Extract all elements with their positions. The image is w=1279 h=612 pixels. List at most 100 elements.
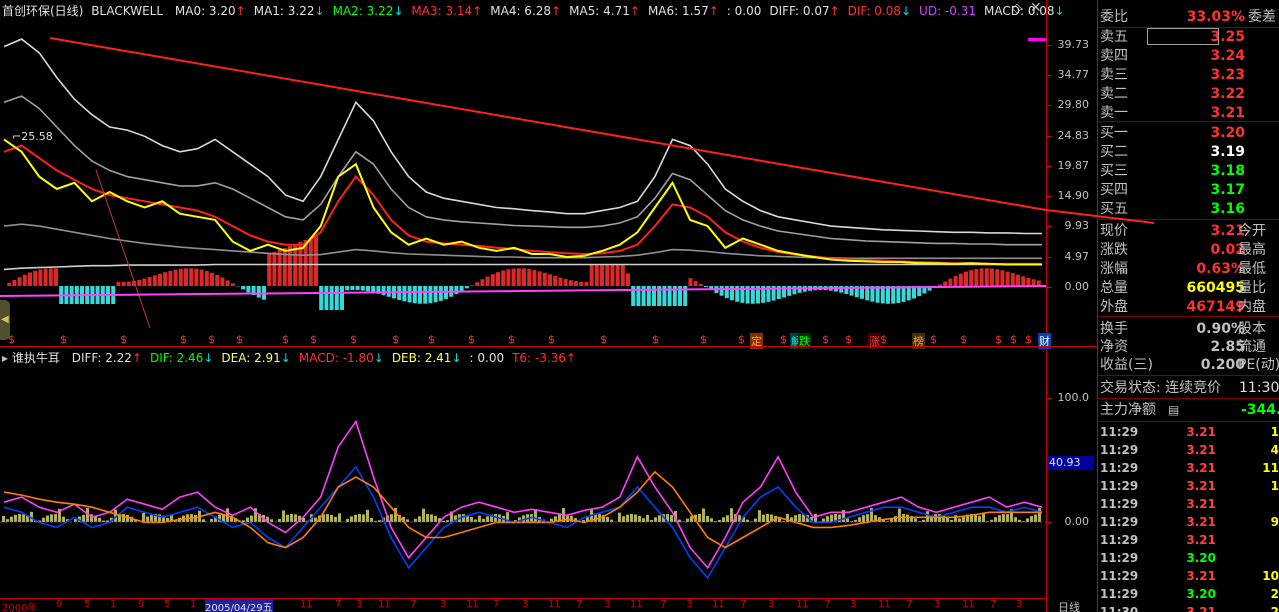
dividend-marker[interactable]: $ xyxy=(60,333,67,346)
tick-row[interactable]: 11:29 3.21 9 xyxy=(1098,513,1279,531)
histogram-bar xyxy=(1021,276,1026,286)
order-row[interactable]: 卖一 3.21 xyxy=(1098,104,1279,122)
histogram-bar xyxy=(511,268,516,286)
stat-right-label: 内盘 xyxy=(1238,299,1266,315)
dividend-marker[interactable]: $ xyxy=(350,333,357,346)
dividend-marker[interactable]: $ xyxy=(738,333,745,346)
stat-label: 净资 xyxy=(1100,339,1128,355)
price-chart[interactable] xyxy=(0,18,1046,330)
dividend-marker[interactable]: $ xyxy=(8,333,15,346)
dividend-marker[interactable]: $ xyxy=(508,333,515,346)
order-row[interactable]: 买一 3.20 xyxy=(1098,124,1279,142)
dividend-marker[interactable]: $ xyxy=(845,333,852,346)
indicator-name[interactable]: BLACKWELL xyxy=(91,4,163,18)
drawn-line[interactable] xyxy=(95,169,151,329)
indicator-chart[interactable] xyxy=(0,366,1046,598)
dividend-marker[interactable]: $ xyxy=(960,333,967,346)
trend-line[interactable] xyxy=(49,37,1046,211)
dividend-marker[interactable]: $ xyxy=(180,333,187,346)
histogram-bar xyxy=(116,281,121,286)
histogram-bar xyxy=(719,286,724,296)
dividend-marker[interactable]: $ xyxy=(822,333,829,346)
tick-row[interactable]: 11:29 3.21 4 xyxy=(1098,441,1279,459)
dividend-marker[interactable]: $ xyxy=(652,333,659,346)
order-row[interactable]: 卖三 3.23 xyxy=(1098,66,1279,84)
indicator-value: DEB: 2.41 xyxy=(391,351,452,365)
order-row[interactable]: 卖二 3.22 xyxy=(1098,85,1279,103)
tick-time: 11:29 xyxy=(1100,479,1139,493)
trade-status-label: 交易状态: 连续竞价 xyxy=(1100,380,1222,396)
order-row[interactable]: 买三 3.18 xyxy=(1098,162,1279,180)
order-price: 3.16 xyxy=(1210,201,1245,217)
volume-bar xyxy=(898,508,901,522)
dividend-marker[interactable]: $ xyxy=(310,333,317,346)
pane-divider[interactable] xyxy=(0,346,1098,347)
dividend-marker[interactable]: $ xyxy=(930,333,937,346)
axis-tick-label: 19.87 xyxy=(1047,159,1093,172)
close-icon[interactable]: ✕ xyxy=(1030,0,1042,16)
dividend-marker[interactable]: $ xyxy=(236,333,243,346)
diamond-icon[interactable]: ◇ xyxy=(1012,1,1022,16)
tick-row[interactable]: 11:29 3.20 xyxy=(1098,549,1279,567)
histogram-bar xyxy=(178,268,183,286)
time-tick-label: 3 xyxy=(440,599,447,610)
histogram-bar xyxy=(428,286,433,304)
dividend-marker[interactable]: $ xyxy=(1025,333,1032,346)
dividend-marker[interactable]: $ xyxy=(880,333,887,346)
peak-pointer-icon: ⌐ xyxy=(12,130,22,143)
time-tick-label: 7 xyxy=(740,599,747,610)
volume-bar xyxy=(642,518,645,522)
dividend-marker[interactable]: $ xyxy=(600,333,607,346)
dividend-marker[interactable]: $ xyxy=(282,333,289,346)
dividend-marker[interactable]: $ xyxy=(120,333,127,346)
sub-indicator-title[interactable]: 谁执牛耳 xyxy=(12,351,60,365)
sub-expand-icon[interactable]: ▸ xyxy=(2,351,8,365)
sub-axis-top: 100.0 xyxy=(1047,391,1093,404)
histogram-bar xyxy=(522,268,526,286)
tick-row[interactable]: 11:29 3.20 2 xyxy=(1098,585,1279,603)
dividend-marker[interactable]: $ xyxy=(780,333,787,346)
volume-bar xyxy=(390,514,393,522)
dividend-marker[interactable]: $ xyxy=(995,333,1002,346)
main-net-row[interactable]: 主力净额 ▤ -344.0 xyxy=(1098,401,1279,419)
volume-bar xyxy=(102,520,105,522)
time-tick-label: 7 xyxy=(824,599,831,610)
dividend-marker[interactable]: $ xyxy=(700,333,707,346)
axis-tick-label: 0.00 xyxy=(1047,280,1093,293)
time-tick-label: 11 xyxy=(796,599,809,610)
list-icon[interactable]: ▤ xyxy=(1168,401,1179,419)
period-label[interactable]: 日线 xyxy=(1058,599,1080,612)
dividend-marker[interactable]: $ xyxy=(548,333,555,346)
order-row[interactable]: 买四 3.17 xyxy=(1098,181,1279,199)
histogram-bar xyxy=(54,268,58,286)
tick-row[interactable]: 11:29 3.21 1 xyxy=(1098,423,1279,441)
order-row[interactable]: 卖四 3.24 xyxy=(1098,47,1279,65)
histogram-bar xyxy=(620,264,625,286)
tick-row[interactable]: 11:29 3.21 xyxy=(1098,531,1279,549)
tick-row[interactable]: 11:29 3.21 11 xyxy=(1098,459,1279,477)
histogram-bar xyxy=(334,286,339,310)
histogram-bar xyxy=(605,264,610,286)
tick-row[interactable]: 11:29 3.21 10 xyxy=(1098,567,1279,585)
dividend-marker[interactable]: $ xyxy=(208,333,215,346)
volume-bar xyxy=(826,516,829,522)
weibi-row: 委比 33.03% 委差 xyxy=(1098,8,1279,26)
dividend-marker[interactable]: $ xyxy=(1010,333,1017,346)
dividend-marker[interactable]: $ xyxy=(392,333,399,346)
time-tick-label: 3 xyxy=(686,599,693,610)
histogram-bar xyxy=(553,275,558,286)
tick-row[interactable]: 11:29 3.21 xyxy=(1098,495,1279,513)
order-row[interactable]: 买二 3.19 xyxy=(1098,143,1279,161)
histogram-bar xyxy=(470,285,474,286)
sub-indicator-values: DIFF: 2.22↑ DIF: 2.46↓ DEA: 2.91↓ MACD: -1.… xyxy=(64,351,576,365)
order-level-label: 买三 xyxy=(1100,163,1128,179)
volume-bar xyxy=(766,514,769,522)
volume-bar xyxy=(1002,514,1005,522)
dividend-marker[interactable]: $ xyxy=(468,333,475,346)
order-level-label: 卖二 xyxy=(1100,86,1128,102)
stock-title[interactable]: 首创环保(日线) xyxy=(2,4,83,18)
tick-row[interactable]: 11:29 3.21 1 xyxy=(1098,477,1279,495)
histogram-bar xyxy=(272,252,277,286)
tick-row[interactable]: 11:30 3.21 2 xyxy=(1098,603,1279,612)
dividend-marker[interactable]: $ xyxy=(428,333,435,346)
